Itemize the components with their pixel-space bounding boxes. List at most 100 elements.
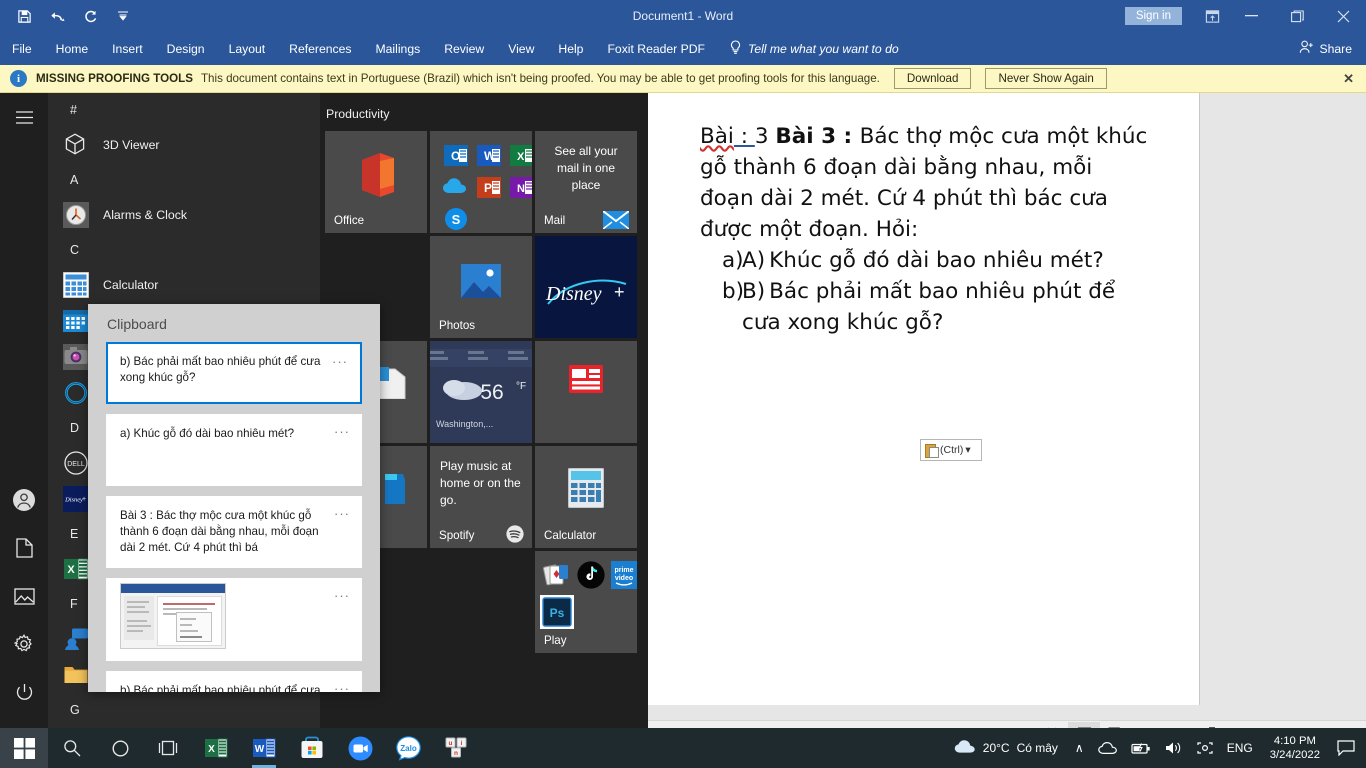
excel-icon[interactable]: X	[192, 728, 240, 768]
app-item-calculator[interactable]: Calculator	[48, 267, 320, 303]
tile-photos[interactable]: Photos	[430, 236, 532, 338]
menu-insert[interactable]: Insert	[100, 32, 154, 65]
clipboard-item[interactable]: b) Bác phải mất bao nhiêu phút để cưa xo…	[106, 671, 362, 692]
svg-text:P: P	[484, 181, 492, 195]
tile-mail[interactable]: See all your mail in one place Mail	[535, 131, 637, 233]
pictures-icon[interactable]	[0, 572, 48, 620]
svg-text:O: O	[451, 149, 460, 163]
weather-widget[interactable]: 20°C Có mây	[954, 739, 1068, 757]
zalo-icon[interactable]: Zalo	[384, 728, 432, 768]
tile-office-apps[interactable]: O W X P N S	[430, 131, 532, 233]
clipboard-item[interactable]: b) Bác phải mất bao nhiêu phút để cưa xo…	[106, 342, 362, 404]
clipboard-item-menu-icon[interactable]: ···	[332, 354, 348, 370]
tile-spotify[interactable]: Play music at home or on the go. Spotify	[430, 446, 532, 548]
paste-options-button[interactable]: (Ctrl) ▾	[920, 439, 982, 461]
notifications-icon[interactable]	[1330, 728, 1362, 768]
feedback-hub-icon	[63, 626, 89, 652]
menu-view[interactable]: View	[496, 32, 546, 65]
app-item-3d-viewer[interactable]: 3D Viewer	[48, 127, 320, 163]
language-indicator[interactable]: ENG	[1220, 728, 1260, 768]
tile-disney-plus[interactable]: Disney +	[535, 236, 637, 338]
app-list-letter-g[interactable]: G	[48, 693, 320, 727]
menu-home[interactable]: Home	[44, 32, 101, 65]
menu-layout[interactable]: Layout	[217, 32, 278, 65]
chevron-down-icon[interactable]: ▾	[965, 444, 970, 456]
tile-label: Photos	[439, 319, 476, 332]
power-icon[interactable]	[0, 668, 48, 716]
tiktok-icon	[577, 561, 605, 589]
documents-icon[interactable]	[0, 524, 48, 572]
menu-file[interactable]: File	[0, 32, 44, 65]
close-infobar-icon[interactable]: ✕	[1343, 71, 1354, 87]
paste-options-label: (Ctrl)	[940, 444, 964, 456]
lightbulb-icon	[729, 39, 742, 58]
svg-text:prime: prime	[614, 567, 633, 574]
menu-references[interactable]: References	[277, 32, 363, 65]
svg-text:N: N	[517, 183, 525, 195]
onedrive-icon[interactable]	[1091, 728, 1124, 768]
menu-design[interactable]: Design	[155, 32, 217, 65]
tile-office[interactable]: Office	[325, 131, 427, 233]
svg-text:X: X	[67, 564, 75, 576]
cortana-icon[interactable]	[96, 728, 144, 768]
app-item-label: Calculator	[103, 278, 159, 292]
app-item-label: 3D Viewer	[103, 138, 160, 152]
app-item-label: Alarms & Clock	[103, 208, 188, 222]
app-list-letter-c[interactable]: C	[48, 233, 320, 267]
clipboard-thumbnail	[120, 583, 226, 649]
clipboard-item[interactable]: a) Khúc gỗ đó dài bao nhiêu mét? ···	[106, 414, 362, 486]
screen-snip-icon[interactable]	[1190, 728, 1220, 768]
clipboard-item-image[interactable]: ···	[106, 578, 362, 661]
clipboard-item-menu-icon[interactable]: ···	[334, 506, 350, 522]
show-hidden-icons-chevron[interactable]: ∧	[1068, 728, 1091, 768]
menu-review[interactable]: Review	[432, 32, 496, 65]
settings-icon[interactable]	[0, 620, 48, 668]
tile-news[interactable]	[535, 341, 637, 443]
search-icon[interactable]	[48, 728, 96, 768]
menu-mailings[interactable]: Mailings	[364, 32, 433, 65]
clipboard-item-menu-icon[interactable]: ···	[334, 681, 350, 692]
app-item-alarms-clock[interactable]: Alarms & Clock	[48, 197, 320, 233]
windows-logo-icon[interactable]	[0, 728, 48, 768]
account-icon[interactable]	[0, 476, 48, 524]
word-icon[interactable]: W	[240, 728, 288, 768]
download-button[interactable]: Download	[893, 68, 972, 89]
ribbon-display-options-icon[interactable]	[1196, 0, 1228, 32]
never-show-again-button[interactable]: Never Show Again	[985, 68, 1107, 89]
tile-weather[interactable]: 56 °F Washington,...	[430, 341, 532, 443]
menu-help[interactable]: Help	[546, 32, 595, 65]
close-button[interactable]	[1320, 0, 1366, 32]
clock-time: 4:10 PM	[1273, 735, 1316, 747]
tile-play[interactable]: prime video Ps Play	[535, 551, 637, 653]
weather-description: Có mây	[1016, 741, 1058, 755]
document-page[interactable]: Bài : 3 Bài 3 : Bác thợ mộc cưa một khúc…	[648, 93, 1200, 705]
unikey-icon[interactable]: u in	[432, 728, 480, 768]
svg-text:n: n	[454, 750, 458, 757]
tile-text: Play music at home or on the go.	[440, 459, 521, 507]
microsoft-store-icon[interactable]	[288, 728, 336, 768]
minimize-button[interactable]	[1228, 0, 1274, 32]
app-list-letter-hash[interactable]: #	[48, 93, 320, 127]
tile-label: Play	[544, 634, 567, 647]
clock[interactable]: 4:10 PM 3/24/2022	[1260, 734, 1330, 762]
tell-me-box[interactable]: Tell me what you want to do	[729, 39, 899, 58]
volume-icon[interactable]	[1158, 728, 1190, 768]
task-view-icon[interactable]	[144, 728, 192, 768]
tile-calculator[interactable]: Calculator	[535, 446, 637, 548]
document-text[interactable]: Bài : 3 Bài 3 : Bác thợ mộc cưa một khúc…	[700, 121, 1151, 338]
cube-icon	[63, 132, 89, 158]
menu-foxit-reader-pdf[interactable]: Foxit Reader PDF	[595, 32, 717, 65]
app-list-letter-a[interactable]: A	[48, 163, 320, 197]
sign-in-button[interactable]: Sign in	[1124, 7, 1182, 25]
clipboard-item-menu-icon[interactable]: ···	[334, 588, 350, 604]
spelling-error-word: Bài	[700, 124, 734, 149]
restore-button[interactable]	[1274, 0, 1320, 32]
hamburger-icon[interactable]	[0, 93, 48, 141]
clipboard-item[interactable]: Bài 3 : Bác thợ mộc cưa một khúc gỗ thàn…	[106, 496, 362, 568]
zoom-icon[interactable]	[336, 728, 384, 768]
share-button[interactable]: Share	[1299, 40, 1352, 57]
thumbnail-titlebar	[121, 584, 225, 593]
clipboard-item-menu-icon[interactable]: ···	[334, 424, 350, 440]
battery-icon[interactable]	[1124, 728, 1158, 768]
tile-group-title[interactable]: Productivity	[325, 107, 648, 121]
